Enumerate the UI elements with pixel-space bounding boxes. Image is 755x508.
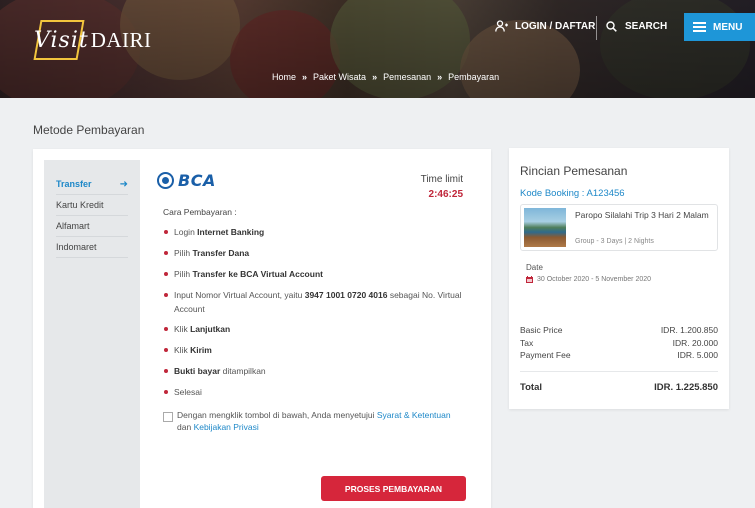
- basic-price-value: IDR. 1.200.850: [660, 325, 718, 335]
- user-icon: [495, 20, 508, 32]
- summary-divider: [520, 371, 718, 372]
- payment-method-card: Transfer ➜ Kartu Kredit Alfamart Indomar…: [33, 149, 491, 508]
- instruction-step: Input Nomor Virtual Account, yaitu 3947 …: [163, 288, 463, 316]
- tab-transfer[interactable]: Transfer ➜: [56, 174, 128, 195]
- terms-agreement: Dengan mengklik tombol di bawah, Anda me…: [163, 409, 453, 433]
- instruction-step: Login Internet Banking: [163, 225, 463, 239]
- instruction-steps: Login Internet Banking Pilih Transfer Da…: [163, 225, 463, 399]
- tab-indomaret-label: Indomaret: [56, 242, 97, 252]
- search-label: SEARCH: [625, 21, 668, 32]
- date-range: 30 October 2020 - 5 November 2020: [526, 276, 651, 283]
- basic-price-label: Basic Price: [520, 325, 563, 335]
- total-value: IDR. 1.225.850: [654, 382, 718, 393]
- tab-kartu-kredit-label: Kartu Kredit: [56, 200, 104, 210]
- hero-banner: Visit DAIRI LOGIN / DAFTAR SEARCH MENU H…: [0, 0, 755, 98]
- instruction-step: Klik Lanjutkan: [163, 322, 463, 336]
- booking-summary-card: Rincian Pemesanan Kode Booking : A123456…: [509, 148, 729, 409]
- double-chevron-icon: »: [437, 72, 443, 82]
- breadcrumb-pemesanan[interactable]: Pemesanan: [383, 72, 431, 82]
- terms-checkbox[interactable]: [163, 412, 173, 422]
- instruction-step: Klik Kirim: [163, 343, 463, 357]
- login-label: LOGIN / DAFTAR: [515, 20, 596, 32]
- tab-kartu-kredit[interactable]: Kartu Kredit: [56, 195, 128, 216]
- agree-text: Dengan mengklik tombol di bawah, Anda me…: [177, 410, 375, 420]
- arrow-right-icon: ➜: [119, 178, 128, 190]
- bca-logo-text: BCA: [178, 171, 216, 190]
- payment-fee-label: Payment Fee: [520, 350, 571, 360]
- tax-value: IDR. 20.000: [672, 338, 718, 348]
- date-value: 30 October 2020 - 5 November 2020: [537, 276, 652, 283]
- booking-code: Kode Booking : A123456: [520, 188, 625, 199]
- terms-link[interactable]: Syarat & Ketentuan: [377, 410, 451, 420]
- instruction-step: Pilih Transfer Dana: [163, 246, 463, 260]
- breadcrumb-pembayaran: Pembayaran: [448, 72, 500, 82]
- menu-label: MENU: [713, 21, 743, 33]
- bca-mark-icon: [157, 172, 174, 189]
- payment-method-tabs: Transfer ➜ Kartu Kredit Alfamart Indomar…: [44, 160, 140, 508]
- double-chevron-icon: »: [302, 72, 308, 82]
- agree-mid-text: dan: [177, 422, 192, 432]
- hamburger-icon: [693, 22, 706, 32]
- page-title: Metode Pembayaran: [33, 123, 145, 137]
- instruction-step: Bukti bayar ditampilkan: [163, 364, 463, 378]
- instructions-title: Cara Pembayaran :: [163, 207, 237, 217]
- payment-fee-value: IDR. 5.000: [677, 350, 718, 360]
- menu-button[interactable]: MENU: [684, 13, 755, 41]
- tab-alfamart[interactable]: Alfamart: [56, 216, 128, 237]
- basic-price-row: Basic Price IDR. 1.200.850: [520, 325, 718, 335]
- privacy-link[interactable]: Kebijakan Privasi: [194, 422, 259, 432]
- total-label: Total: [520, 382, 542, 393]
- login-register-link[interactable]: LOGIN / DAFTAR: [495, 20, 595, 32]
- tab-transfer-label: Transfer: [56, 179, 92, 189]
- instruction-step: Pilih Transfer ke BCA Virtual Account: [163, 267, 463, 281]
- trip-group: Group - 3 Days | 2 Nights: [575, 238, 654, 245]
- trip-name: Paropo Silalahi Trip 3 Hari 2 Malam: [575, 210, 709, 220]
- tax-label: Tax: [520, 338, 534, 348]
- tab-alfamart-label: Alfamart: [56, 221, 90, 231]
- tab-indomaret[interactable]: Indomaret: [56, 237, 128, 258]
- logo-dairi-text: DAIRI: [90, 27, 152, 52]
- nav-divider: [596, 16, 597, 40]
- double-chevron-icon: »: [372, 72, 378, 82]
- breadcrumb: Home » Paket Wisata » Pemesanan » Pembay…: [272, 72, 499, 82]
- process-payment-button[interactable]: PROSES PEMBAYARAN: [321, 476, 466, 501]
- payment-fee-row: Payment Fee IDR. 5.000: [520, 350, 718, 360]
- date-label: Date: [526, 263, 543, 272]
- instruction-step: Selesai: [163, 385, 463, 399]
- bca-logo: BCA: [157, 171, 216, 190]
- time-limit-label: Time limit: [420, 174, 463, 185]
- tax-row: Tax IDR. 20.000: [520, 338, 718, 348]
- time-limit-countdown: 2:46:25: [428, 189, 463, 200]
- breadcrumb-paket-wisata[interactable]: Paket Wisata: [313, 72, 366, 82]
- site-logo[interactable]: Visit DAIRI: [33, 20, 152, 60]
- breadcrumb-home[interactable]: Home: [272, 72, 296, 82]
- search-icon: [606, 21, 617, 32]
- trip-thumbnail: [524, 208, 566, 247]
- summary-title: Rincian Pemesanan: [520, 164, 628, 178]
- search-button[interactable]: SEARCH: [606, 21, 667, 32]
- calendar-icon: [526, 276, 533, 283]
- total-row: Total IDR. 1.225.850: [520, 382, 718, 393]
- trip-item: Paropo Silalahi Trip 3 Hari 2 Malam Grou…: [520, 204, 718, 251]
- logo-visit-text: Visit: [34, 27, 89, 53]
